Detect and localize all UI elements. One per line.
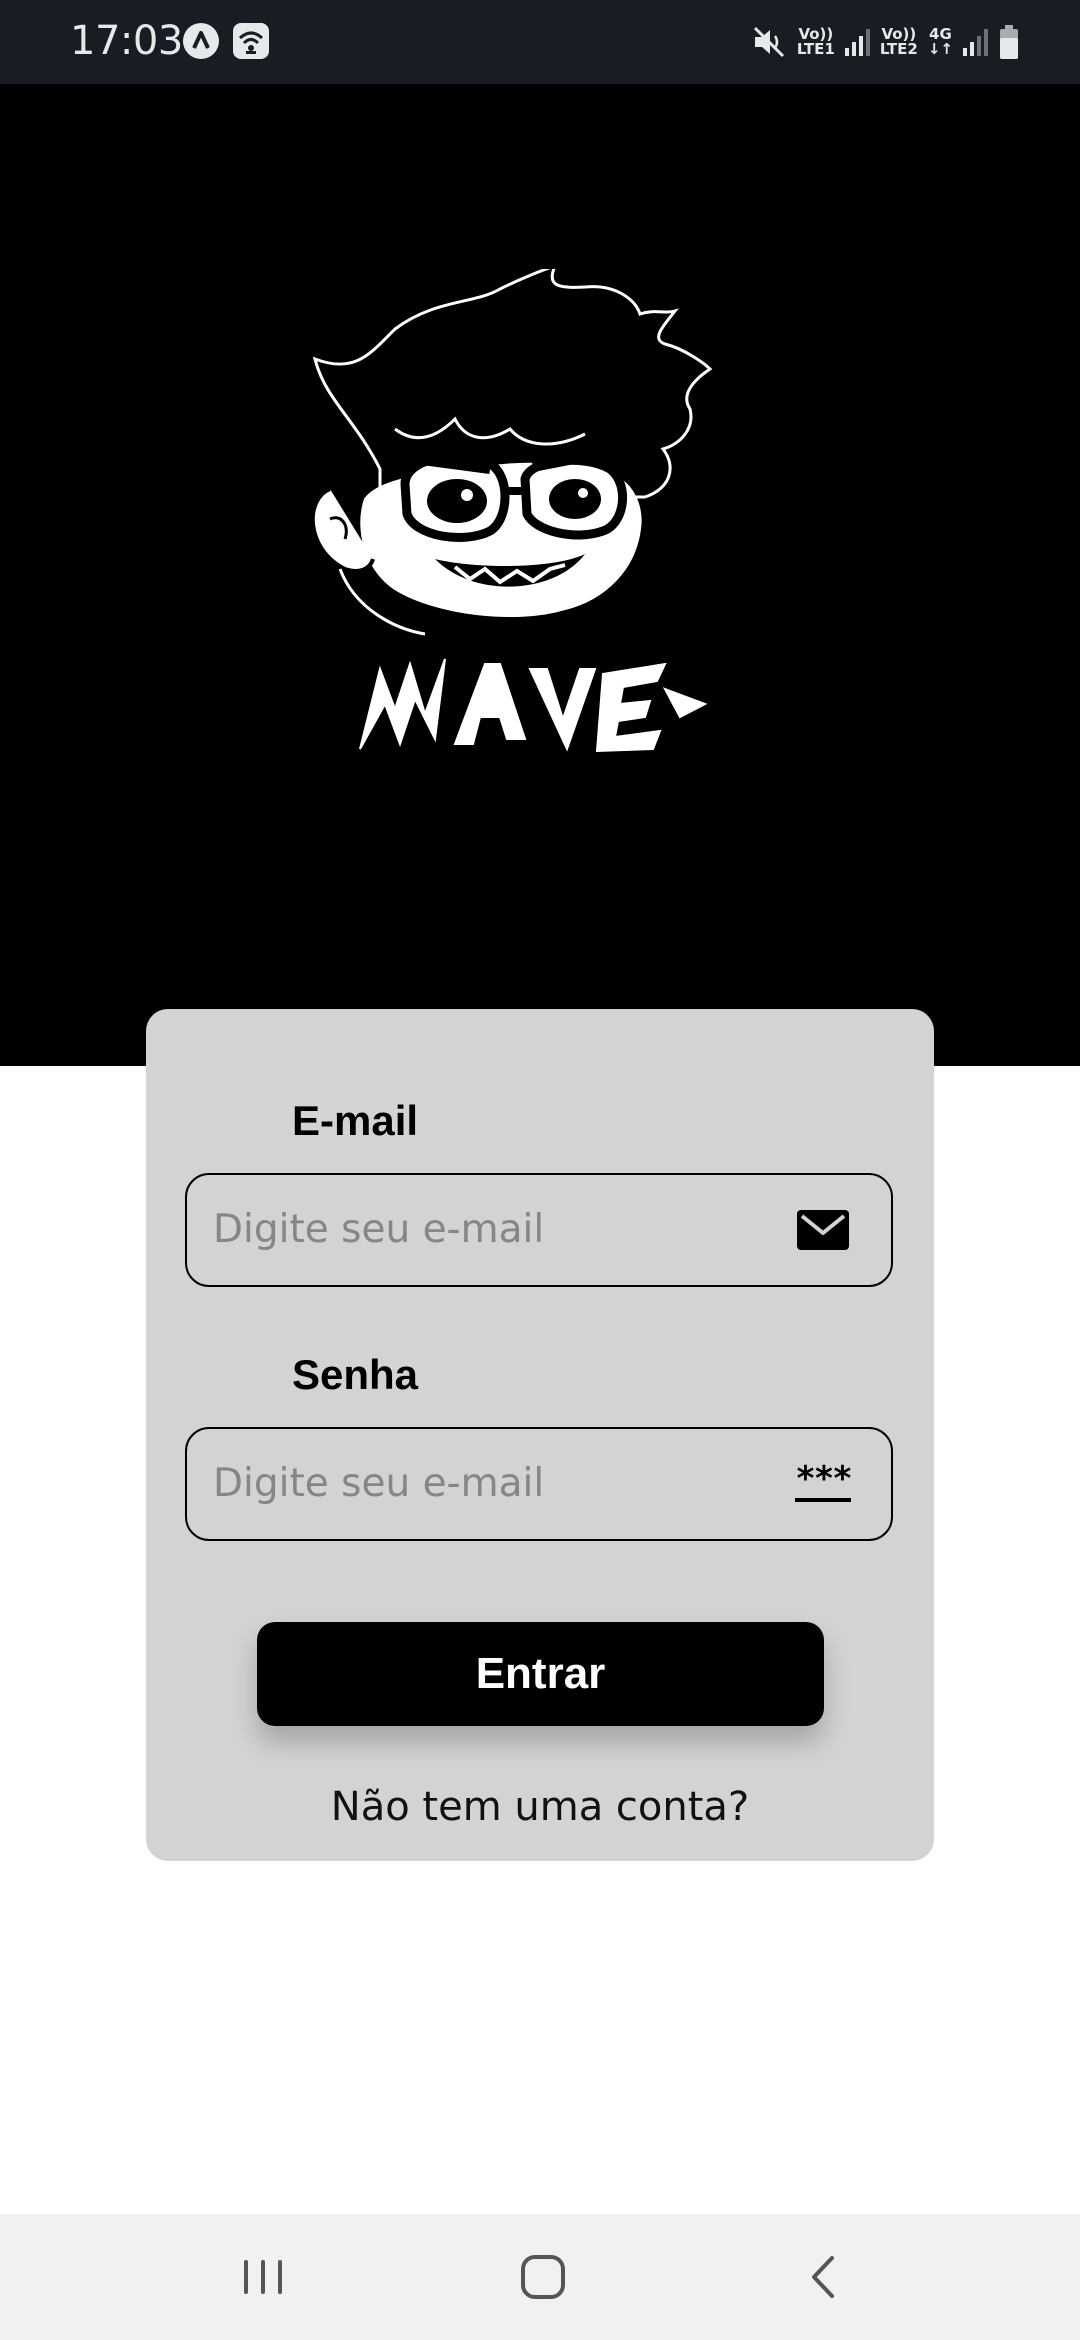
- wifi-icon: [233, 23, 269, 59]
- network-indicator: 4G ↓↑: [927, 25, 953, 58]
- data-arrows-icon: ↓↑: [927, 40, 953, 58]
- status-bar: 17:03 Vo)) LTE1 Vo)) LTE2 4G ↓↑: [0, 0, 1080, 84]
- mute-icon: [753, 26, 784, 58]
- signal-icon: [844, 28, 870, 56]
- navigation-icon: [183, 23, 219, 59]
- status-time: 17:03: [70, 18, 183, 64]
- password-field: ***: [185, 1427, 893, 1541]
- login-card: E-mail Senha *** Entrar Não tem uma cont…: [146, 1009, 934, 1861]
- battery-icon: [1000, 25, 1018, 59]
- email-field: [185, 1173, 893, 1287]
- password-input[interactable]: [213, 1429, 773, 1538]
- sim1-indicator: Vo)) LTE1: [796, 25, 835, 58]
- mail-icon: [797, 1210, 849, 1250]
- signup-link[interactable]: Não tem uma conta?: [146, 1784, 934, 1830]
- back-icon[interactable]: [792, 2244, 858, 2310]
- signal-icon-2: [963, 28, 988, 56]
- email-label: E-mail: [292, 1097, 419, 1144]
- navigation-bar: [0, 2214, 1080, 2340]
- wave-logo: [310, 269, 713, 753]
- recent-apps-icon[interactable]: [230, 2244, 296, 2310]
- hero-section: Bem-Vindo de volta!: [0, 84, 1080, 1066]
- email-input[interactable]: [213, 1175, 773, 1284]
- login-button[interactable]: Entrar: [257, 1622, 824, 1726]
- password-label: Senha: [292, 1351, 419, 1398]
- sim2-indicator: Vo)) LTE2: [879, 25, 918, 58]
- home-icon[interactable]: [510, 2244, 576, 2310]
- password-icon: ***: [795, 1462, 853, 1506]
